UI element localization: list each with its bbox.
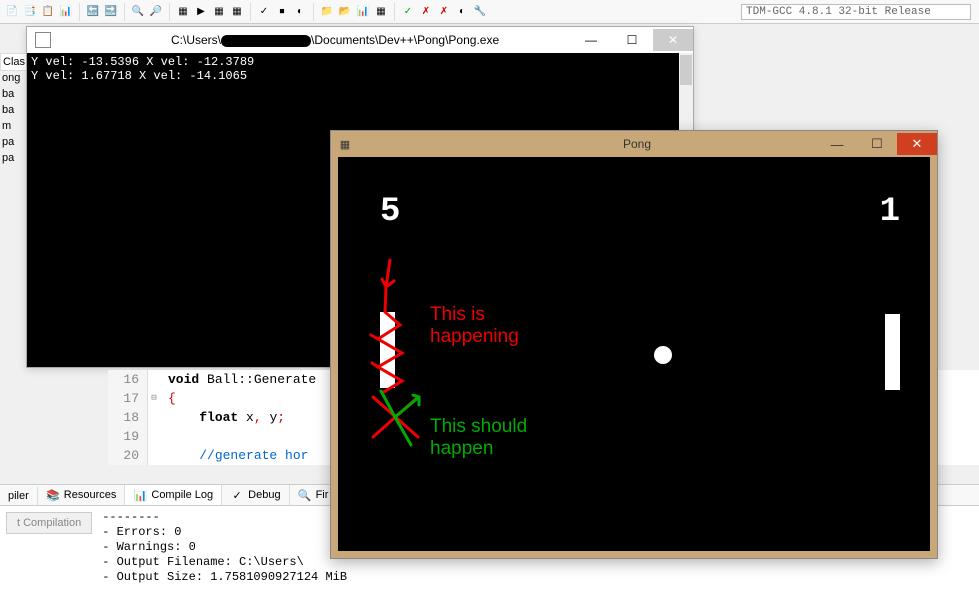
stop-icon[interactable]: ⏹ [274, 4, 290, 20]
app-icon [35, 32, 51, 48]
annotation-red: This is happening [430, 304, 519, 348]
tab-compile-log[interactable]: 📊Compile Log [125, 484, 222, 505]
pong-window: ▦ Pong — ☐ ✕ 5 1 This is happening This … [330, 130, 938, 559]
log-line: - Output Size: 1.7581090927124 MiB [102, 570, 975, 585]
toolbar-icon[interactable]: 🔜 [103, 4, 119, 20]
toolbar-icon[interactable]: 📄 [4, 4, 20, 20]
toolbar-icon[interactable]: ◐ [454, 4, 470, 20]
toolbar-icon[interactable]: ▦ [373, 4, 389, 20]
toolbar-icon[interactable]: 🔍 [130, 4, 146, 20]
toolbar-icon[interactable]: ✓ [400, 4, 416, 20]
annotation-green: This should happen [430, 416, 527, 460]
toolbar-icon[interactable]: 🔙 [85, 4, 101, 20]
debug-icon: ✓ [230, 488, 244, 502]
ide-toolbar: 📄 📑 📋 📊 🔙 🔜 🔍 🔎 ▦ ▶ ▦ ▦ ✓ ⏹ ◐ 📁 📂 📊 ▦ ✓ … [0, 0, 979, 24]
maximize-button[interactable]: ☐ [612, 29, 652, 51]
tab-resources[interactable]: 📚Resources [38, 485, 126, 505]
compiler-dropdown[interactable]: TDM-GCC 4.8.1 32-bit Release [741, 4, 971, 20]
tab-compiler[interactable]: piler [0, 487, 38, 505]
score-right: 1 [880, 193, 900, 231]
toolbar-icon[interactable]: 📋 [40, 4, 56, 20]
line-num: 17 [108, 389, 148, 408]
toolbar-icon[interactable]: ✗ [436, 4, 452, 20]
maximize-button[interactable]: ☐ [857, 133, 897, 155]
paddle-right [885, 314, 900, 390]
console-titlebar[interactable]: C:\Users\\Documents\Dev++\Pong\Pong.exe … [27, 27, 693, 53]
toolbar-icon[interactable]: 📊 [355, 4, 371, 20]
debug-icon[interactable]: ✓ [256, 4, 272, 20]
compile-run-icon[interactable]: ▦ [211, 4, 227, 20]
toolbar-icon[interactable]: 📂 [337, 4, 353, 20]
pong-game-canvas[interactable]: 5 1 This is happening This should happen [338, 157, 930, 551]
line-num: 18 [108, 408, 148, 427]
close-button[interactable]: ✕ [897, 133, 937, 155]
toolbar-icon[interactable]: 🔧 [472, 4, 488, 20]
pong-title-text: Pong [623, 137, 651, 151]
pong-app-icon: ▦ [337, 136, 353, 152]
abort-compilation-button[interactable]: t Compilation [6, 512, 92, 534]
rebuild-icon[interactable]: ▦ [229, 4, 245, 20]
code-text: //generate hor [160, 446, 308, 465]
toolbar-icon[interactable]: 📑 [22, 4, 38, 20]
classes-panel-label: Clas [0, 53, 28, 71]
console-title-text: C:\Users\\Documents\Dev++\Pong\Pong.exe [171, 33, 499, 47]
red-annotation-scribble [368, 257, 428, 422]
ball [654, 346, 672, 364]
profile-icon[interactable]: ◐ [292, 4, 308, 20]
run-icon[interactable]: ▶ [193, 4, 209, 20]
green-annotation-scribble [363, 387, 433, 467]
line-num: 19 [108, 427, 148, 446]
toolbar-icon[interactable]: ✗ [418, 4, 434, 20]
code-text: void Ball::Generate [160, 370, 316, 389]
console-line: Y vel: -13.5396 X vel: -12.3789 [31, 55, 689, 69]
toolbar-icon[interactable]: 📁 [319, 4, 335, 20]
tab-debug[interactable]: ✓Debug [222, 485, 289, 505]
pong-titlebar[interactable]: ▦ Pong — ☐ ✕ [331, 131, 937, 157]
resources-icon: 📚 [46, 488, 60, 502]
paddle-left [380, 312, 395, 388]
close-button[interactable]: ✕ [653, 29, 693, 51]
toolbar-icon[interactable]: 📊 [58, 4, 74, 20]
line-num: 20 [108, 446, 148, 465]
minimize-button[interactable]: — [571, 29, 611, 51]
minimize-button[interactable]: — [817, 133, 857, 155]
score-left: 5 [380, 193, 400, 231]
compile-icon[interactable]: ▦ [175, 4, 191, 20]
fold-toggle[interactable]: ⊟ [148, 389, 160, 408]
line-num: 16 [108, 370, 148, 389]
find-icon: 🔍 [298, 488, 312, 502]
code-text [160, 427, 168, 446]
code-text: float x, y; [160, 408, 285, 427]
compile-log-icon: 📊 [133, 488, 147, 502]
toolbar-icon[interactable]: 🔎 [148, 4, 164, 20]
console-line: Y vel: 1.67718 X vel: -14.1065 [31, 69, 689, 83]
code-text: { [160, 389, 176, 408]
